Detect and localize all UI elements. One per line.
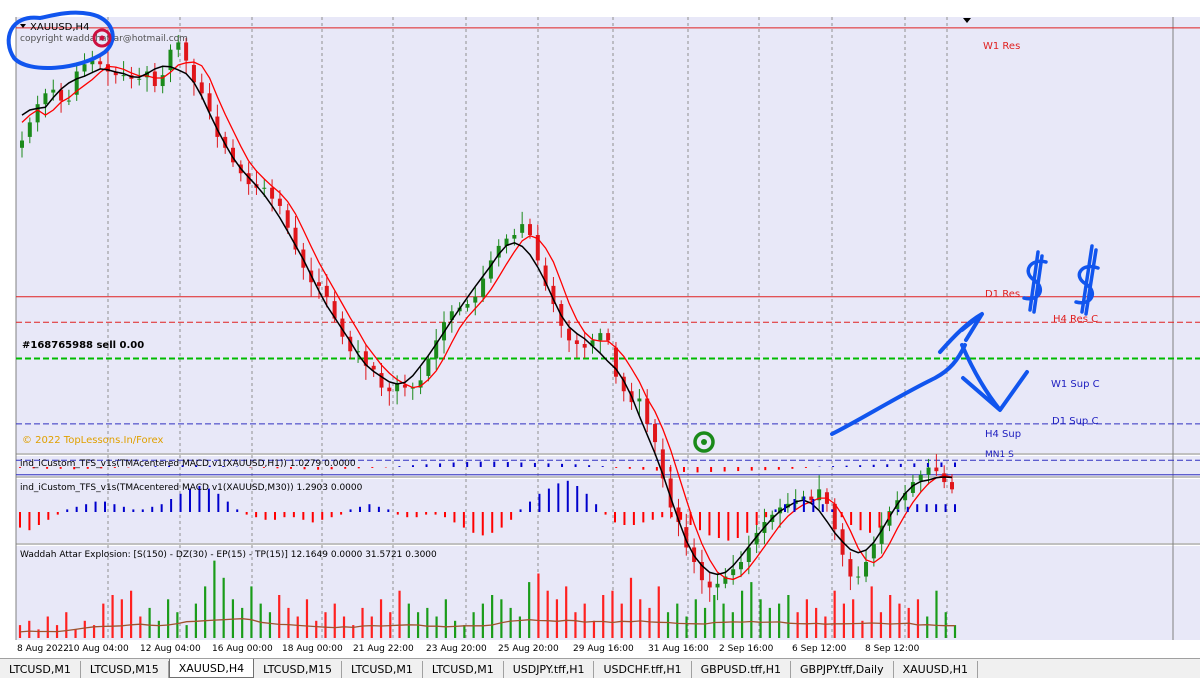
candle-body (520, 224, 525, 233)
tab-ltcusd-m15[interactable]: LTCUSD,M15 (80, 661, 169, 678)
x-tick-label: 25 Aug 20:00 (498, 644, 559, 654)
candle-body (20, 140, 24, 148)
candle-body (567, 328, 572, 341)
level-h4-res-c: H4 Res C (1053, 314, 1098, 325)
x-tick-label: 23 Aug 20:00 (426, 644, 487, 654)
chart-window[interactable]: 8 Aug 2022 10 Aug 04:00 12 Aug 04:00 16 Aug… (0, 0, 1200, 678)
tab-ltcusd-m1[interactable]: LTCUSD,M1 (422, 661, 504, 678)
candle-body (715, 583, 720, 588)
candle-body (527, 224, 532, 235)
tab-ltcusd-m15[interactable]: LTCUSD,M15 (254, 661, 342, 678)
candle-body (98, 61, 103, 65)
candle-body (465, 304, 470, 308)
candle-body (277, 198, 282, 206)
candle-body (746, 547, 751, 562)
x-tick-label: 29 Aug 16:00 (573, 644, 634, 654)
macd-h1-title: ind_iCustom_TFS_v1s(TMAcentered MACD v1(… (20, 459, 356, 469)
candle-body (848, 559, 853, 577)
candle-body (152, 71, 157, 87)
x-tick-label: 2 Sep 16:00 (719, 644, 774, 654)
signal-buy-marker-dot (701, 439, 707, 445)
candle-body (137, 78, 142, 80)
candle-body (582, 344, 587, 348)
candle-body (316, 282, 321, 286)
candle-body (934, 467, 939, 472)
candle-body (832, 503, 837, 530)
candle-body (66, 100, 71, 102)
candle-body (574, 340, 579, 344)
candle-body (82, 64, 87, 72)
macd-m30-title: ind_iCustom_TFS_v1s(TMAcentered MACD v1(… (20, 483, 363, 493)
tab-ltcusd-m1[interactable]: LTCUSD,M1 (341, 661, 423, 678)
candle-body (387, 387, 392, 392)
order-label[interactable]: #168765988 sell 0.00 (22, 340, 144, 351)
x-tick-label: 16 Aug 00:00 (212, 644, 273, 654)
candle-body (856, 576, 861, 578)
candle-body (285, 210, 290, 228)
candle-body (473, 296, 478, 303)
level-d1-sup-c: D1 Sup C (1052, 416, 1098, 427)
x-tick-label: 8 Sep 12:00 (865, 644, 920, 654)
candle-body (43, 93, 48, 105)
candle-body (864, 562, 869, 577)
price-chart[interactable]: 8 Aug 2022 10 Aug 04:00 12 Aug 04:00 16 Aug… (0, 0, 1200, 658)
tab-xauusd-h1[interactable]: XAUUSD,H1 (893, 661, 978, 678)
tab-xauusd-h4[interactable]: XAUUSD,H4 (168, 659, 255, 678)
candle-body (35, 104, 40, 123)
x-tick-label: 8 Aug 2022 (17, 644, 69, 654)
candle-body (950, 482, 954, 490)
candle-body (426, 358, 431, 376)
tab-usdjpy-tff-h1[interactable]: USDJPY.tff,H1 (503, 661, 595, 678)
x-tick-label: 10 Aug 04:00 (68, 644, 129, 654)
candle-body (262, 187, 267, 189)
candle-body (871, 543, 876, 559)
candle-body (926, 467, 931, 475)
candle-body (51, 89, 56, 93)
watermark-text: © 2022 TopLessons.In/Forex (22, 435, 164, 446)
candle-body (731, 569, 736, 576)
level-h4-sup: H4 Sup (985, 429, 1021, 440)
candle-body (598, 333, 603, 341)
level-mn1-sup: MN1 S (985, 450, 1014, 460)
candle-body (270, 187, 275, 199)
level-d1-res: D1 Res (985, 289, 1020, 300)
candle-body (371, 365, 376, 370)
candle-body (606, 333, 611, 341)
tab-gbpusd-tff-h1[interactable]: GBPUSD.tff,H1 (691, 661, 792, 678)
candle-body (199, 82, 204, 94)
x-tick-label: 21 Aug 22:00 (353, 644, 414, 654)
x-tick-label: 12 Aug 04:00 (140, 644, 201, 654)
candle-body (653, 423, 658, 443)
candle-body (481, 278, 486, 297)
waddah-panel (16, 546, 1200, 640)
tab-gbpjpy-tff-daily[interactable]: GBPJPY.tff,Daily (791, 661, 894, 678)
tab-ltcusd-m1[interactable]: LTCUSD,M1 (0, 661, 81, 678)
chart-tab-bar: LTCUSD,M1 LTCUSD,M15 XAUUSD,H4 LTCUSD,M15 LT… (0, 658, 1200, 678)
signal-sell-marker-dot (99, 35, 105, 41)
x-tick-label: 6 Sep 12:00 (792, 644, 847, 654)
candle-body (512, 235, 517, 239)
x-tick-label: 31 Aug 16:00 (648, 644, 709, 654)
waddah-title: Waddah Attar Explosion: [S(150) - DZ(30)… (20, 550, 437, 560)
level-w1-sup-c: W1 Sup C (1051, 379, 1100, 390)
candle-body (184, 42, 189, 61)
chart-symbol-title: XAUUSD,H4 (30, 22, 89, 33)
tab-usdchf-tff-h1[interactable]: USDCHF.tff,H1 (594, 661, 692, 678)
x-tick-label: 18 Aug 00:00 (282, 644, 343, 654)
candle-body (27, 122, 32, 137)
candle-body (918, 474, 923, 481)
candle-body (395, 383, 400, 392)
candle-body (637, 398, 642, 402)
candle-body (738, 562, 743, 570)
level-w1-res: W1 Res (983, 41, 1020, 52)
candle-body (645, 398, 650, 424)
candle-body (324, 285, 329, 297)
candle-body (707, 581, 712, 588)
candle-body (121, 75, 126, 77)
